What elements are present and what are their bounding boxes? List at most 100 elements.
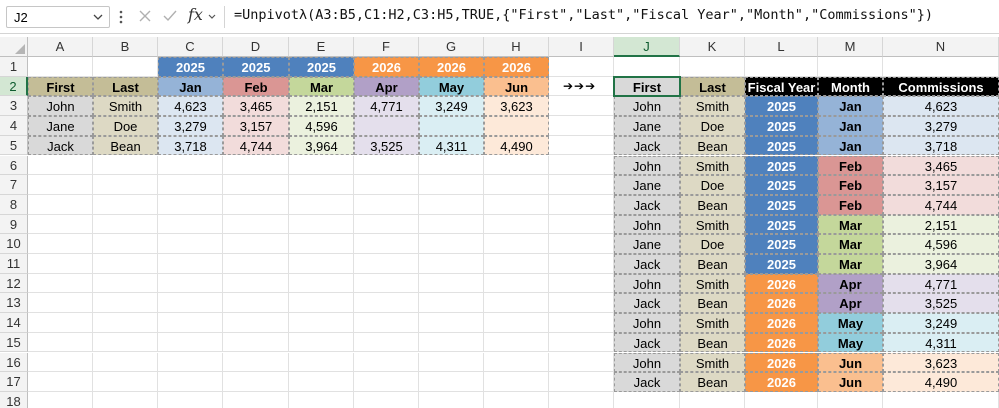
result-data-cell[interactable]: 2025: [745, 194, 818, 215]
cell[interactable]: [549, 116, 614, 136]
cell[interactable]: [549, 57, 614, 77]
year-header-cell[interactable]: 2025: [289, 57, 354, 77]
cell[interactable]: [354, 194, 419, 215]
cell[interactable]: [419, 214, 484, 235]
cell[interactable]: [223, 175, 289, 195]
result-data-cell[interactable]: 4,623: [883, 96, 999, 117]
result-data-cell[interactable]: 2026: [745, 352, 818, 373]
cell[interactable]: [419, 332, 484, 353]
cell[interactable]: [158, 175, 223, 195]
result-header-cell[interactable]: Commissions: [883, 76, 999, 97]
cell[interactable]: [158, 372, 223, 392]
result-data-cell[interactable]: Smith: [680, 214, 745, 235]
cell[interactable]: [223, 313, 289, 333]
cell[interactable]: [818, 391, 883, 408]
cell[interactable]: [223, 391, 289, 408]
source-header-cell[interactable]: Last: [93, 76, 158, 97]
row-header-5[interactable]: 5: [0, 135, 28, 156]
cell[interactable]: [223, 155, 289, 176]
cell[interactable]: [354, 391, 419, 408]
result-data-cell[interactable]: Bean: [680, 254, 745, 274]
result-data-cell[interactable]: Jack: [614, 135, 680, 156]
source-header-cell[interactable]: Apr: [354, 76, 419, 97]
column-header-k[interactable]: K: [680, 37, 745, 57]
result-data-cell[interactable]: Smith: [680, 273, 745, 294]
cell[interactable]: [549, 332, 614, 353]
column-header-d[interactable]: D: [223, 37, 289, 57]
cell[interactable]: [289, 155, 354, 176]
result-data-cell[interactable]: Jun: [818, 372, 883, 392]
cell[interactable]: [28, 155, 93, 176]
column-header-b[interactable]: B: [93, 37, 158, 57]
result-data-cell[interactable]: Bean: [680, 293, 745, 314]
cell[interactable]: [289, 194, 354, 215]
result-data-cell[interactable]: John: [614, 214, 680, 235]
cell[interactable]: [354, 175, 419, 195]
result-data-cell[interactable]: Apr: [818, 273, 883, 294]
row-header-12[interactable]: 12: [0, 273, 28, 294]
row-header-11[interactable]: 11: [0, 254, 28, 274]
row-header-8[interactable]: 8: [0, 194, 28, 215]
cell[interactable]: [484, 155, 549, 176]
cell[interactable]: [354, 352, 419, 373]
result-data-cell[interactable]: 2025: [745, 155, 818, 176]
cell[interactable]: [93, 175, 158, 195]
result-data-cell[interactable]: Bean: [680, 372, 745, 392]
cell[interactable]: [158, 194, 223, 215]
result-data-cell[interactable]: John: [614, 96, 680, 117]
column-header-m[interactable]: M: [818, 37, 883, 57]
cell[interactable]: [28, 254, 93, 274]
cell[interactable]: [549, 372, 614, 392]
result-data-cell[interactable]: 3,157: [883, 175, 999, 195]
cell[interactable]: [549, 194, 614, 215]
result-header-cell[interactable]: Last: [680, 76, 745, 97]
cell[interactable]: [28, 175, 93, 195]
row-header-14[interactable]: 14: [0, 313, 28, 333]
cell[interactable]: [484, 372, 549, 392]
result-data-cell[interactable]: May: [818, 332, 883, 353]
column-header-g[interactable]: G: [419, 37, 484, 57]
cell[interactable]: [549, 96, 614, 117]
cell[interactable]: [354, 254, 419, 274]
result-data-cell[interactable]: Bean: [680, 135, 745, 156]
year-header-cell[interactable]: 2026: [354, 57, 419, 77]
cell[interactable]: [93, 57, 158, 77]
cell[interactable]: [28, 293, 93, 314]
row-header-13[interactable]: 13: [0, 293, 28, 314]
cell[interactable]: [883, 57, 999, 77]
cell[interactable]: [484, 352, 549, 373]
select-all-corner[interactable]: [0, 37, 28, 57]
column-header-e[interactable]: E: [289, 37, 354, 57]
cell[interactable]: [28, 273, 93, 294]
result-data-cell[interactable]: Doe: [680, 234, 745, 254]
cell[interactable]: [93, 254, 158, 274]
result-data-cell[interactable]: Smith: [680, 313, 745, 333]
cell[interactable]: [484, 214, 549, 235]
cell[interactable]: [484, 194, 549, 215]
result-data-cell[interactable]: Jan: [818, 135, 883, 156]
cell[interactable]: [549, 254, 614, 274]
result-data-cell[interactable]: Jack: [614, 372, 680, 392]
cell[interactable]: [549, 293, 614, 314]
cell[interactable]: [93, 273, 158, 294]
cell[interactable]: [614, 391, 680, 408]
cell[interactable]: [28, 391, 93, 408]
cell[interactable]: [289, 214, 354, 235]
cell[interactable]: [223, 254, 289, 274]
name-box[interactable]: J2: [6, 6, 110, 28]
cell[interactable]: [93, 234, 158, 254]
cell[interactable]: [289, 332, 354, 353]
result-data-cell[interactable]: John: [614, 313, 680, 333]
year-header-cell[interactable]: 2025: [158, 57, 223, 77]
column-header-c[interactable]: C: [158, 37, 223, 57]
result-data-cell[interactable]: Smith: [680, 155, 745, 176]
source-data-cell[interactable]: 4,490: [484, 135, 549, 156]
result-data-cell[interactable]: 2026: [745, 273, 818, 294]
cell[interactable]: [289, 372, 354, 392]
cell[interactable]: [93, 372, 158, 392]
cell[interactable]: [289, 175, 354, 195]
result-data-cell[interactable]: 3,964: [883, 254, 999, 274]
cell[interactable]: [354, 273, 419, 294]
cell[interactable]: [484, 313, 549, 333]
cell[interactable]: [28, 332, 93, 353]
